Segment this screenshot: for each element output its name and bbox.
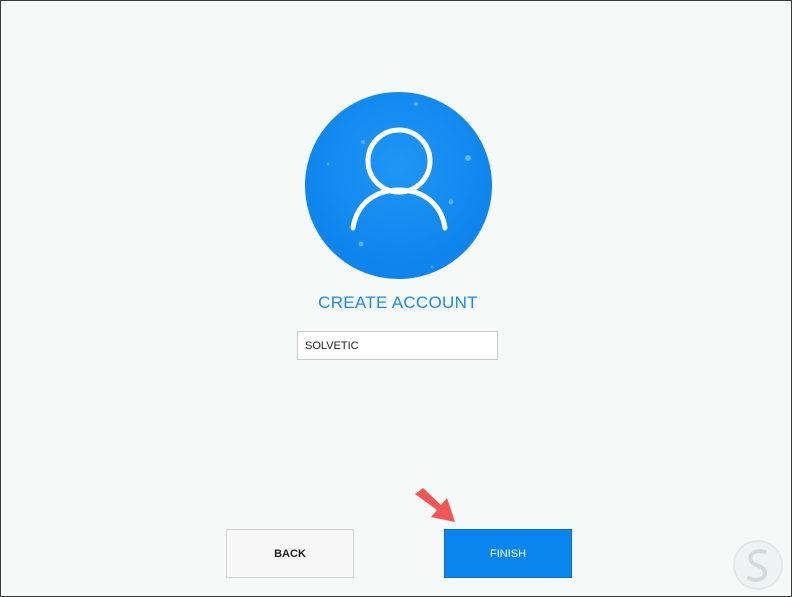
solvetic-logo [733, 540, 783, 590]
avatar-badge [305, 92, 492, 279]
account-name-input[interactable] [297, 331, 498, 360]
page-title: CREATE ACCOUNT [318, 293, 478, 312]
back-button[interactable]: BACK [226, 529, 354, 578]
create-account-screen: CREATE ACCOUNT BACK FINISH [0, 0, 792, 597]
arrow-icon [415, 488, 455, 522]
finish-button[interactable]: FINISH [444, 529, 572, 578]
user-icon [326, 102, 471, 269]
